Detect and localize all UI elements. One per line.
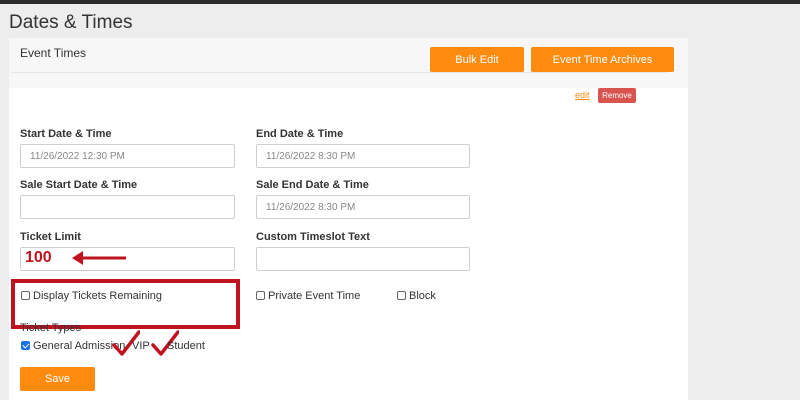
sale-end-date-input[interactable] xyxy=(256,195,470,219)
ticket-limit-label: Ticket Limit xyxy=(20,231,81,243)
student-label: Student xyxy=(167,340,205,352)
custom-timeslot-input[interactable] xyxy=(256,247,470,271)
ticket-types-heading: Ticket Types xyxy=(20,322,82,334)
vip-label: VIP xyxy=(132,340,150,352)
page-title: Dates & Times xyxy=(9,12,133,33)
sale-start-date-input[interactable] xyxy=(20,195,235,219)
custom-timeslot-label: Custom Timeslot Text xyxy=(256,231,370,243)
annotation-arrow-icon xyxy=(72,251,126,265)
private-event-time-label: Private Event Time xyxy=(268,290,361,302)
ticket-limit-value: 100 xyxy=(25,249,52,266)
edit-link[interactable]: edit xyxy=(575,90,590,100)
bulk-edit-button[interactable]: Bulk Edit xyxy=(430,47,524,72)
panel-header: Event Times Bulk Edit Event Time Archive… xyxy=(9,38,688,88)
remove-button[interactable]: Remove xyxy=(598,88,636,103)
block-checkbox[interactable] xyxy=(397,291,406,300)
top-bar xyxy=(0,0,800,4)
block-label: Block xyxy=(409,290,436,302)
start-date-input[interactable] xyxy=(20,144,235,168)
end-date-label: End Date & Time xyxy=(256,128,344,140)
save-button[interactable]: Save xyxy=(20,367,95,391)
general-admission-checkbox[interactable] xyxy=(21,341,30,350)
panel-title: Event Times xyxy=(20,46,87,60)
sale-start-date-label: Sale Start Date & Time xyxy=(20,179,138,191)
event-time-archives-button[interactable]: Event Time Archives xyxy=(531,47,674,72)
sale-end-date-label: Sale End Date & Time xyxy=(256,179,369,191)
private-event-time-checkbox[interactable] xyxy=(256,291,265,300)
divider xyxy=(11,72,667,73)
end-date-input[interactable] xyxy=(256,144,470,168)
start-date-label: Start Date & Time xyxy=(20,128,112,140)
